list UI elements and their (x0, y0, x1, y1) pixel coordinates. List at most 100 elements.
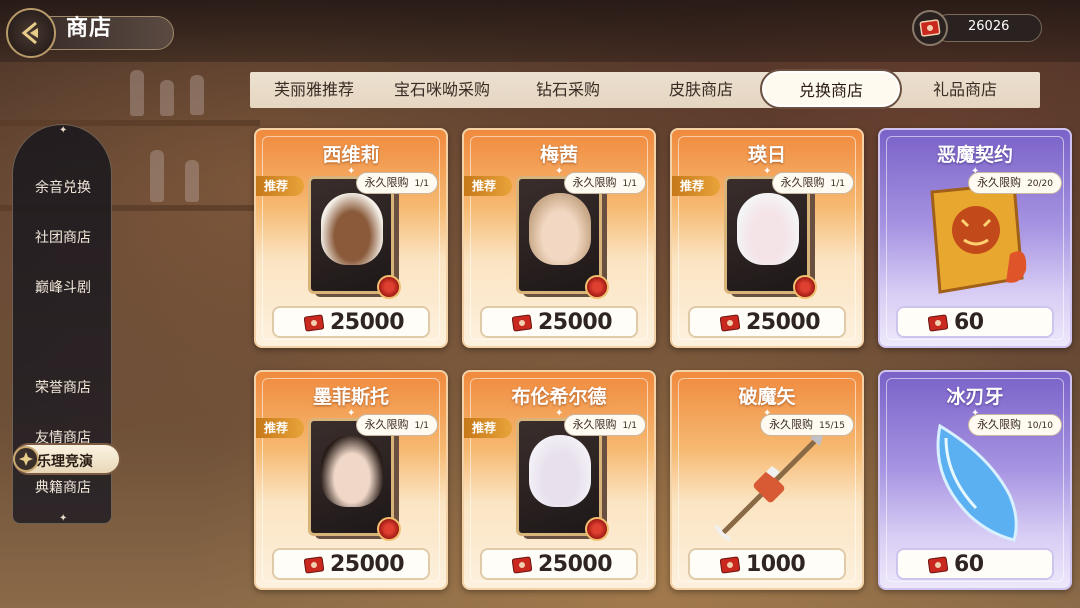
buy-button[interactable]: 25000 (272, 306, 430, 338)
shop-card-ice-fang[interactable]: 冰刃牙✦ 永久限购10/10 60 (878, 370, 1072, 590)
purchase-limit-tag: 永久限购 1/1 (355, 414, 438, 436)
price-value: 1000 (746, 552, 806, 577)
price-value: 60 (954, 552, 984, 577)
music-contest-icon (13, 446, 39, 472)
card-name: 梅茜 (539, 144, 578, 166)
purchase-limit-label: 永久限购 (572, 418, 617, 431)
recommended-badge: 推荐 (256, 418, 304, 438)
purchase-limit-count: 1/1 (830, 179, 845, 189)
character-face (321, 435, 383, 507)
character-face (529, 435, 591, 507)
purchase-limit-tag: 永久限购 1/1 (563, 414, 646, 436)
recommended-badge: 推荐 (256, 176, 304, 196)
purchase-limit-tag: 永久限购 20/20 (968, 172, 1062, 194)
purchase-limit-count: 10/10 (1027, 421, 1053, 431)
price-value: 25000 (538, 310, 613, 335)
character-face (321, 193, 383, 265)
back-arrow-icon (21, 21, 38, 45)
wax-seal-icon (585, 517, 609, 541)
purchase-limit-label: 永久限购 (364, 418, 409, 431)
tab-skin-shop[interactable]: 皮肤商店 (640, 72, 762, 108)
shop-card-yingri[interactable]: 瑛日 ✦ 推荐 永久限购 1/1 25000 (670, 128, 864, 348)
sidebar-item-honor-shop[interactable]: 荣誉商店 (13, 377, 113, 397)
shop-card-brunhilde[interactable]: 布伦希尔德 ✦ 推荐 永久限购 1/1 25000 (462, 370, 656, 590)
background-bottle (190, 75, 204, 115)
price-value: 25000 (746, 310, 821, 335)
card-name: 布伦希尔德 (511, 386, 607, 408)
wax-seal-icon (585, 275, 609, 299)
page-title: 商店 (66, 15, 113, 41)
sidebar-item-echo-exchange[interactable]: 余音兑换 (13, 177, 113, 197)
tab-gift-shop[interactable]: 礼品商店 (902, 72, 1028, 108)
buy-button[interactable]: 25000 (480, 306, 638, 338)
red-gem-book-icon (928, 556, 948, 574)
buy-button[interactable]: 25000 (480, 548, 638, 580)
sidebar-item-codex-shop[interactable]: 典籍商店 (13, 477, 113, 497)
background-bottle (130, 70, 144, 116)
buy-button[interactable]: 60 (896, 306, 1054, 338)
purchase-limit-tag: 永久限购 15/15 (760, 414, 854, 436)
purchase-limit-label: 永久限购 (572, 176, 617, 189)
sidebar: ✦ 余音兑换 社团商店 巅峰斗剧 乐理竞演 荣誉商店 友情商店 典籍商店 ✦ (12, 124, 121, 524)
background-bottle (160, 80, 174, 116)
purchase-limit-label: 永久限购 (780, 176, 825, 189)
recommended-badge: 推荐 (464, 176, 512, 196)
currency-value: 26026 (968, 19, 1010, 34)
purchase-limit-tag: 永久限购 10/10 (968, 414, 1062, 436)
shop-card-demon-contract[interactable]: 恶魔契约✦ 永久限购20/20 60 (878, 128, 1072, 348)
background-bottle (185, 160, 199, 202)
tab-gem-meow-purchase[interactable]: 宝石咪呦采购 (378, 72, 506, 108)
wax-seal-icon (793, 275, 817, 299)
sidebar-item-label: 乐理竞演 (37, 454, 93, 470)
tab-exchange-shop[interactable]: 兑换商店 (760, 69, 902, 109)
purchase-limit-count: 20/20 (1027, 179, 1053, 189)
sidebar-item-music-contest[interactable]: 乐理竞演 (13, 443, 121, 475)
tab-diamond-purchase[interactable]: 钻石采购 (508, 72, 628, 108)
buy-button[interactable]: 25000 (272, 548, 430, 580)
sparkle-icon: ✦ (59, 125, 68, 136)
sidebar-item-club-shop[interactable]: 社团商店 (13, 227, 113, 247)
red-gem-book-icon (512, 314, 532, 332)
card-name: 恶魔契约 (936, 144, 1013, 166)
red-gem-book-icon (512, 556, 532, 574)
price-value: 25000 (330, 552, 405, 577)
shop-card-mephisto[interactable]: 墨菲斯托 ✦ 推荐 永久限购 1/1 25000 (254, 370, 448, 590)
wax-seal-icon (377, 275, 401, 299)
card-name: 冰刃牙 (946, 386, 1004, 408)
price-value: 60 (954, 310, 984, 335)
recommended-badge: 推荐 (672, 176, 720, 196)
currency-display[interactable]: 26026 (912, 10, 1044, 46)
top-bar: 商店 26026 (0, 0, 1080, 62)
card-name: 破魔矢 (738, 386, 796, 408)
background-bottle (150, 150, 164, 202)
red-gem-book-icon (912, 10, 948, 46)
shop-tabs: 芙丽雅推荐 宝石咪呦采购 钻石采购 皮肤商店 兑换商店 礼品商店 (250, 69, 1040, 109)
card-name: 西维莉 (322, 144, 380, 166)
sparkle-icon: ✦ (59, 513, 68, 524)
purchase-limit-count: 1/1 (414, 421, 429, 431)
shop-card-xiweili[interactable]: 西维莉 ✦ 推荐 永久限购 1/1 25000 (254, 128, 448, 348)
character-face (529, 193, 591, 265)
background-shelf (0, 120, 260, 126)
sidebar-item-friendship-shop[interactable]: 友情商店 (13, 427, 113, 447)
red-gem-book-icon (720, 314, 740, 332)
red-gem-book-icon (928, 314, 948, 332)
purchase-limit-label: 永久限购 (364, 176, 409, 189)
purchase-limit-count: 1/1 (622, 179, 637, 189)
sidebar-item-peak-duel[interactable]: 巅峰斗剧 (13, 277, 113, 297)
purchase-limit-label: 永久限购 (977, 176, 1022, 189)
purchase-limit-tag: 永久限购 1/1 (563, 172, 646, 194)
buy-button[interactable]: 1000 (688, 548, 846, 580)
tab-friya-recommend[interactable]: 芙丽雅推荐 (250, 72, 378, 108)
red-gem-book-icon (304, 556, 324, 574)
recommended-badge: 推荐 (464, 418, 512, 438)
purchase-limit-count: 1/1 (414, 179, 429, 189)
buy-button[interactable]: 60 (896, 548, 1054, 580)
back-button[interactable] (6, 8, 56, 58)
buy-button[interactable]: 25000 (688, 306, 846, 338)
shop-card-meiqian[interactable]: 梅茜 ✦ 推荐 永久限购 1/1 25000 (462, 128, 656, 348)
price-value: 25000 (330, 310, 405, 335)
price-value: 25000 (538, 552, 613, 577)
purchase-limit-label: 永久限购 (769, 418, 814, 431)
shop-card-demon-arrow[interactable]: 破魔矢✦ 永久限购15/15 1000 (670, 370, 864, 590)
